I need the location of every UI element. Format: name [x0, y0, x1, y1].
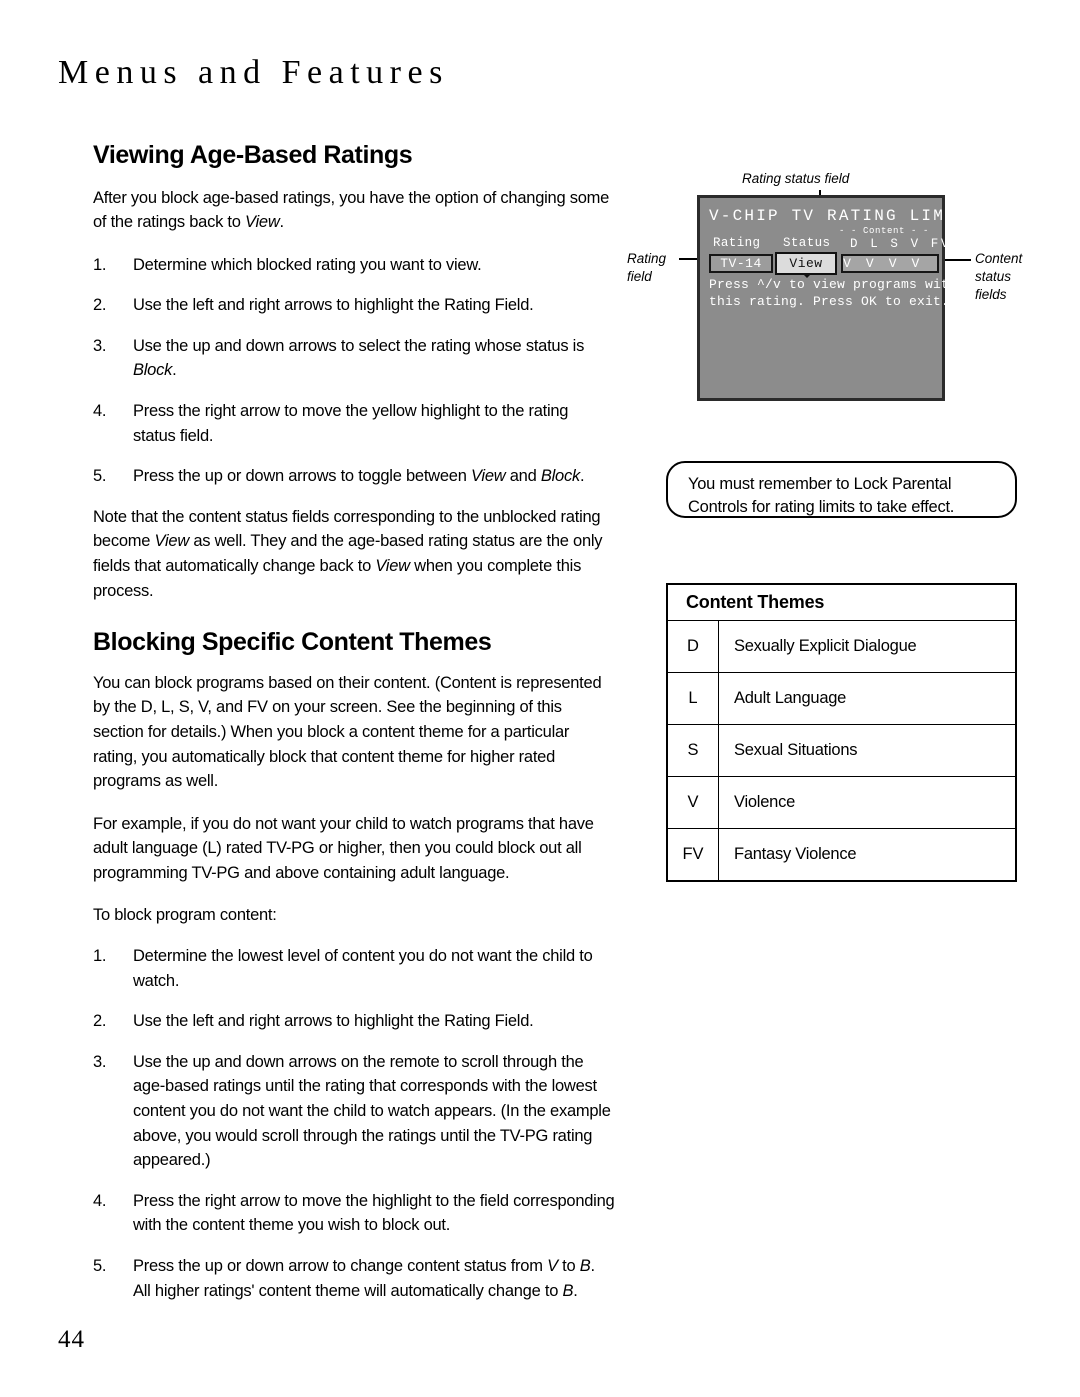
content-themes-table: Content Themes D Sexually Explicit Dialo…	[666, 583, 1017, 882]
blocking-paragraph-1: You can block programs based on their co…	[93, 673, 602, 791]
list-text-italic-3: B	[562, 1281, 574, 1300]
list-marker: 3.	[93, 336, 107, 355]
list-text-italic: V	[547, 1257, 558, 1275]
callout-content-status-line1: Content	[975, 251, 1023, 266]
blocking-paragraph-2: For example, if you do not want your chi…	[93, 814, 594, 882]
osd-help-line-2: this rating. Press OK to exit.	[709, 294, 950, 309]
theme-label: Sexually Explicit Dialogue	[718, 620, 1016, 673]
list-item: 2. Use the left and right arrows to highl…	[93, 293, 615, 318]
page-number: 44	[58, 1326, 85, 1353]
list-item: 3. Use the up and down arrows to select t…	[93, 334, 615, 383]
blocking-paragraph-3: To block program content:	[93, 906, 277, 925]
list-text: Use the left and right arrows to highlig…	[133, 1012, 534, 1031]
list-text: Use the left and right arrows to highlig…	[133, 296, 534, 315]
list-text-italic-2: Block	[540, 467, 580, 486]
list-text: Press the right arrow to move the highli…	[133, 1191, 615, 1235]
osd-header-content-letters: D L S V FV	[850, 237, 952, 251]
list-item: 2. Use the left and right arrows to highl…	[93, 1009, 615, 1034]
list-item: 4. Press the right arrow to move the high…	[93, 1189, 615, 1238]
list-item: 5. Press the up or down arrows to toggle …	[93, 464, 615, 489]
theme-code: D	[667, 620, 719, 673]
list-item: 5. Press the up or down arrow to change c…	[93, 1254, 615, 1303]
intro-text-a: After you block age-based ratings, you h…	[93, 188, 610, 232]
osd-header-status: Status	[783, 236, 831, 250]
intro-paragraph: After you block age-based ratings, you h…	[93, 186, 615, 235]
table-row: V Violence	[667, 776, 1016, 829]
list-text-italic: View	[470, 467, 506, 486]
osd-content-status-fields[interactable]: V V V V	[841, 254, 939, 273]
list-text-mid: to	[557, 1257, 580, 1275]
list-text-tail: .	[172, 361, 177, 380]
steps-list-viewing: 1. Determine which blocked rating you wan…	[93, 253, 615, 489]
list-item: 1. Determine which blocked rating you wan…	[93, 253, 615, 278]
theme-code: S	[667, 724, 719, 777]
list-text-italic: Block	[133, 361, 173, 380]
list-marker: 1.	[93, 947, 107, 966]
theme-label: Violence	[718, 776, 1016, 829]
theme-label: Fantasy Violence	[718, 828, 1016, 882]
list-marker: 3.	[93, 1052, 107, 1071]
callout-content-status-line3: fields	[975, 287, 1007, 302]
list-text-tail: .	[579, 467, 585, 486]
list-item: 4. Press the right arrow to move the yell…	[93, 399, 615, 448]
table-row: D Sexually Explicit Dialogue	[667, 620, 1016, 673]
intro-italic-view: View	[245, 213, 280, 232]
note-italic-1: View	[154, 532, 190, 551]
note-callout-bubble: You must remember to Lock Parental Contro…	[666, 461, 1017, 518]
table-row: FV Fantasy Violence	[667, 828, 1016, 882]
theme-label: Sexual Situations	[718, 724, 1016, 777]
list-item: 1. Determine the lowest level of content …	[93, 944, 615, 993]
table-row: S Sexual Situations	[667, 724, 1016, 777]
list-text: Press the up or down arrow to change con…	[133, 1257, 548, 1275]
intro-text-b: .	[279, 213, 284, 232]
osd-help-line-1: Press ^/v to view programs with	[709, 277, 958, 292]
list-text-mid: and	[505, 467, 541, 486]
table-row: L Adult Language	[667, 672, 1016, 725]
list-marker: 5.	[93, 467, 107, 486]
note-bubble-text: You must remember to Lock Parental Contro…	[668, 463, 1015, 519]
theme-code: FV	[667, 828, 719, 882]
running-head: Menus and Features	[58, 54, 449, 91]
callout-rating-field-line1: Rating	[627, 251, 667, 266]
list-marker: 5.	[93, 1257, 107, 1275]
osd-rating-field[interactable]: TV-14	[709, 254, 773, 273]
theme-code: V	[667, 776, 719, 829]
tv-osd-screen: V-CHIP TV RATING LIMIT - - Content - - R…	[697, 195, 966, 401]
osd-content-caption: - - Content - -	[839, 226, 930, 236]
steps-list-blocking: 1. Determine the lowest level of content …	[93, 944, 615, 1303]
list-text: Press the right arrow to move the yellow…	[133, 402, 569, 445]
osd-title: V-CHIP TV RATING LIMIT	[709, 207, 969, 225]
callout-rating-status-field: Rating status field	[742, 171, 850, 186]
note-bubble-line-1: You must remember to Lock Parental	[688, 475, 952, 493]
list-text: Determine the lowest level of content yo…	[133, 947, 593, 990]
list-marker: 4.	[93, 402, 107, 421]
osd-header-rating: Rating	[713, 236, 761, 250]
callout-rating-field-line2: field	[627, 269, 652, 284]
list-marker: 4.	[93, 1191, 107, 1210]
theme-label: Adult Language	[718, 672, 1016, 725]
list-item: 3. Use the up and down arrows on the remo…	[93, 1050, 615, 1173]
osd-field-row: TV-14 View V V V V	[709, 252, 939, 278]
section-title-viewing-age-based-ratings: Viewing Age-Based Ratings	[93, 141, 413, 169]
theme-code: L	[667, 672, 719, 725]
table-header-content-themes: Content Themes	[667, 584, 1016, 621]
list-marker: 2.	[93, 296, 107, 315]
note-bubble-line-2: Controls for rating limits to take effec…	[688, 498, 955, 516]
list-text: Press the up or down arrows to toggle be…	[133, 467, 471, 486]
list-text-italic-2: B	[579, 1257, 591, 1275]
osd-rating-status-field[interactable]: View	[775, 252, 837, 278]
note-paragraph: Note that the content status fields corr…	[93, 505, 615, 603]
list-text: Use the up and down arrows to select the…	[133, 336, 585, 355]
list-marker: 2.	[93, 1012, 107, 1031]
section-title-blocking-specific-content-themes: Blocking Specific Content Themes	[93, 628, 492, 657]
list-marker: 1.	[93, 255, 107, 274]
list-text: Determine which blocked rating you want …	[133, 255, 482, 274]
list-text-tail: .	[573, 1281, 578, 1300]
callout-content-status-line2: status	[975, 269, 1012, 284]
left-column: Viewing Age-Based Ratings After you bloc…	[93, 141, 615, 1319]
note-italic-2: View	[375, 557, 410, 576]
table-header-row: Content Themes	[667, 584, 1016, 621]
list-text: Use the up and down arrows on the remote…	[133, 1052, 611, 1170]
